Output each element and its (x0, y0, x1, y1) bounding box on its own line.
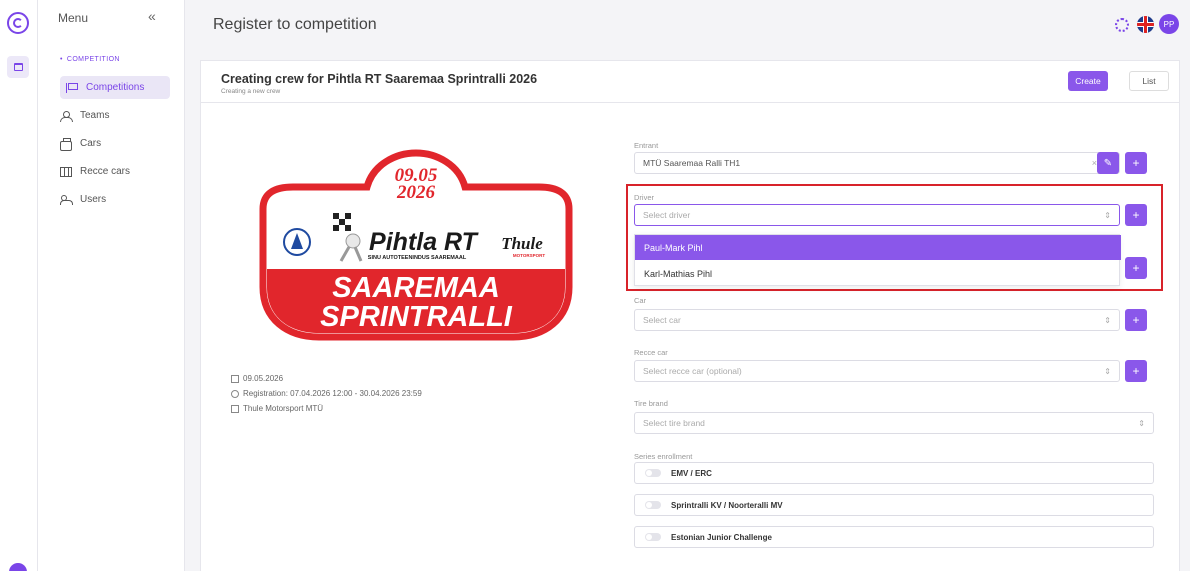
plus-icon: + (1132, 261, 1140, 275)
card-title: Creating crew for Pihtla RT Saaremaa Spr… (221, 72, 538, 86)
users-icon (60, 194, 73, 205)
sidebar-item-teams[interactable]: Teams (60, 104, 170, 127)
sidebar: Menu « COMPETITION Competitions Teams Ca… (38, 0, 185, 571)
series-toggle-label: EMV / ERC (671, 468, 712, 478)
plus-icon: + (1132, 364, 1140, 378)
sidebar-item-label: Teams (80, 110, 110, 121)
event-organizer: Thule Motorsport MTÜ (231, 404, 323, 413)
logo-brand-tagline: SINU AUTOTEENINDUS SAAREMAAL (368, 255, 467, 261)
driver-placeholder: Select driver (643, 210, 691, 220)
card-header: Creating crew for Pihtla RT Saaremaa Spr… (201, 61, 1179, 103)
add-driver-button[interactable]: + (1125, 204, 1147, 226)
plus-icon: + (1132, 156, 1140, 170)
team-icon (60, 110, 73, 122)
sidebar-item-recce-cars[interactable]: Recce cars (60, 160, 170, 183)
add-entrant-button[interactable]: + (1125, 152, 1147, 174)
sidebar-item-label: Cars (80, 138, 102, 149)
sidebar-item-label: Recce cars (80, 166, 131, 177)
chevron-updown-icon: ⇕ (1104, 367, 1111, 376)
plus-icon: + (1132, 313, 1140, 327)
entrant-label: Entrant (634, 141, 659, 150)
tire-placeholder: Select tire brand (643, 418, 705, 428)
event-date: 09.05.2026 (231, 374, 283, 383)
chevron-updown-icon: ⇕ (1104, 316, 1111, 325)
driver-dropdown: Paul-Mark Pihl Karl-Mathias Pihl (634, 234, 1121, 286)
rail-avatar[interactable] (9, 563, 27, 571)
add-recce-button[interactable]: + (1125, 360, 1147, 382)
add-car-button[interactable]: + (1125, 309, 1147, 331)
logo-partner-tagline: MOTORSPORT (513, 253, 545, 258)
sidebar-item-cars[interactable]: Cars (60, 132, 170, 155)
event-organizer-text: Thule Motorsport MTÜ (243, 404, 324, 413)
page-title: Register to competition (213, 16, 377, 33)
logo-date-year: 2026 (396, 182, 436, 203)
add-codriver-button[interactable]: + (1125, 257, 1147, 279)
tire-select[interactable]: Select tire brand ⇕ (634, 412, 1154, 434)
sidebar-item-label: Users (80, 194, 107, 205)
uk-flag-icon[interactable] (1137, 16, 1154, 33)
calendar-icon[interactable] (7, 56, 29, 78)
logo-name-line1: SAAREMAA (332, 272, 500, 304)
menu-title: Menu (58, 11, 89, 25)
entrant-value: MTÜ Saaremaa Ralli TH1 (643, 158, 741, 168)
sidebar-item-users[interactable]: Users (60, 188, 170, 211)
series-toggle-emv[interactable]: EMV / ERC (634, 462, 1154, 484)
list-button[interactable]: List (1129, 71, 1169, 91)
series-toggle-label: Sprintralli KV / Noorteralli MV (671, 500, 783, 510)
settings-gear-icon[interactable] (1115, 18, 1129, 32)
series-label: Series enrollment (634, 452, 693, 461)
chevron-updown-icon: ⇕ (1104, 211, 1111, 220)
pencil-icon: ✎ (1103, 157, 1113, 169)
series-toggle-sprintralli[interactable]: Sprintralli KV / Noorteralli MV (634, 494, 1154, 516)
map-icon (60, 166, 72, 177)
app-logo-icon[interactable] (7, 12, 29, 34)
sidebar-item-competitions[interactable]: Competitions (60, 76, 170, 99)
toggle-switch[interactable] (645, 501, 661, 509)
app-rail (0, 0, 38, 571)
series-toggle-junior[interactable]: Estonian Junior Challenge (634, 526, 1154, 548)
edit-entrant-button[interactable]: ✎ (1097, 152, 1119, 174)
logo-name-line2: SPRINTRALLI (320, 301, 513, 333)
logo-brand: Pihtla RT (369, 228, 480, 256)
car-select[interactable]: Select car ⇕ (634, 309, 1120, 331)
card-subtitle: Creating a new crew (221, 88, 281, 95)
tire-label: Tire brand (634, 399, 668, 408)
event-registration-text: Registration: 07.04.2026 12:00 - 30.04.2… (243, 389, 422, 398)
create-button[interactable]: Create (1068, 71, 1108, 91)
event-logo: 09.05 2026 Pihtla RT SINU AUTOTEENINDUS … (259, 149, 573, 341)
driver-option[interactable]: Paul-Mark Pihl (635, 235, 1121, 260)
organizer-icon (231, 404, 239, 413)
driver-label: Driver (634, 193, 654, 202)
entrant-select[interactable]: MTÜ Saaremaa Ralli TH1 × ⇕ (634, 152, 1120, 174)
flag-icon (66, 82, 78, 93)
event-date-text: 09.05.2026 (243, 374, 284, 383)
logo-partner: Thule (501, 234, 543, 253)
car-icon (60, 137, 72, 151)
clock-icon (231, 389, 239, 398)
calendar-icon (231, 374, 239, 383)
recce-label: Recce car (634, 348, 668, 357)
crew-form-card: Creating crew for Pihtla RT Saaremaa Spr… (200, 60, 1180, 571)
section-title: COMPETITION (60, 56, 120, 63)
chevron-updown-icon: ⇕ (1138, 419, 1145, 428)
collapse-sidebar-icon[interactable]: « (148, 8, 156, 24)
toggle-switch[interactable] (645, 469, 661, 477)
toggle-switch[interactable] (645, 533, 661, 541)
recce-select[interactable]: Select recce car (optional) ⇕ (634, 360, 1120, 382)
car-label: Car (634, 296, 647, 305)
plus-icon: + (1132, 208, 1140, 222)
sidebar-item-label: Competitions (86, 82, 145, 93)
recce-placeholder: Select recce car (optional) (643, 366, 742, 376)
driver-select[interactable]: Select driver ⇕ (634, 204, 1120, 226)
event-registration: Registration: 07.04.2026 12:00 - 30.04.2… (231, 389, 422, 398)
user-avatar[interactable]: PP (1159, 14, 1179, 34)
driver-option[interactable]: Karl-Mathias Pihl (635, 261, 1121, 286)
series-toggle-label: Estonian Junior Challenge (671, 532, 772, 542)
car-placeholder: Select car (643, 315, 681, 325)
